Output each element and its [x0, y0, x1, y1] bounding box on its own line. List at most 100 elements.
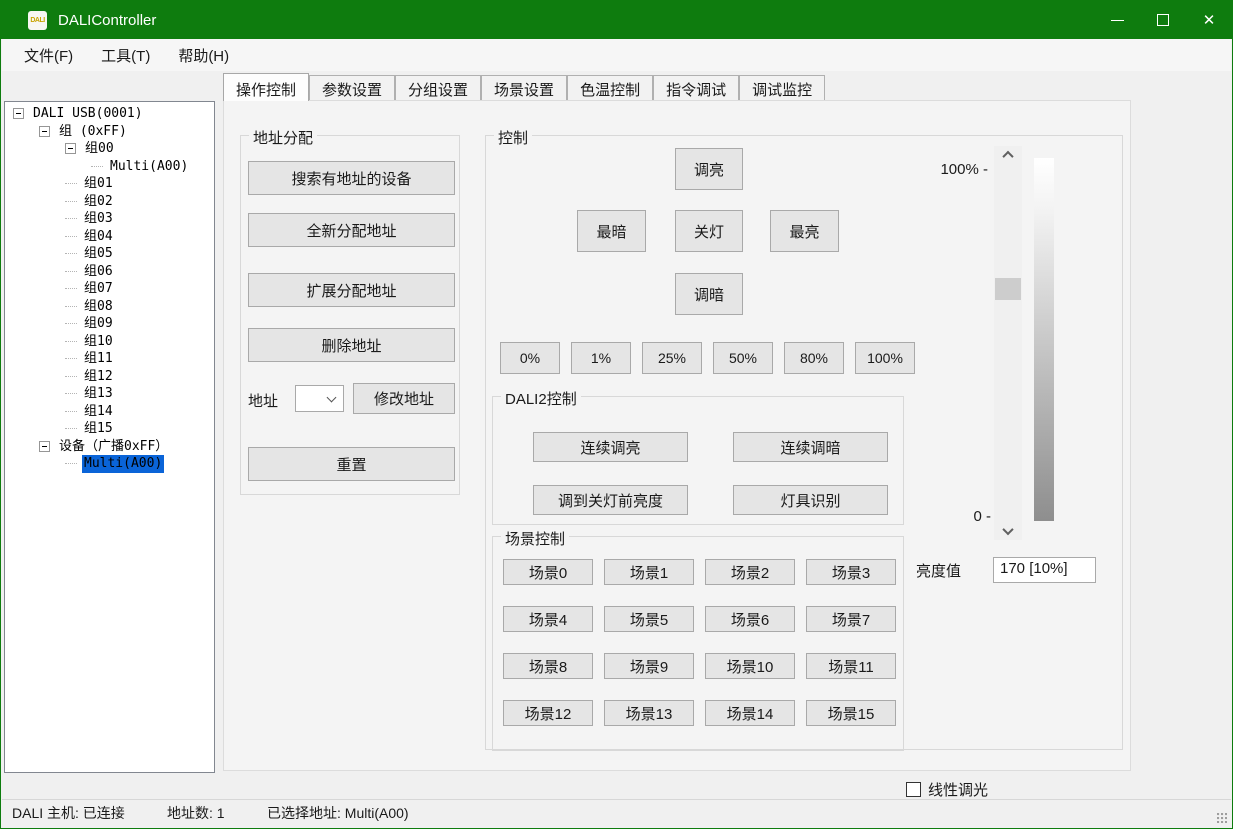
scene-button-13[interactable]: 场景13	[604, 700, 694, 726]
address-action-button-1[interactable]: 全新分配地址	[248, 213, 455, 247]
tab-2[interactable]: 分组设置	[395, 75, 481, 101]
menu-item-help[interactable]: 帮助(H)	[164, 40, 243, 71]
tree-expander-icon[interactable]	[13, 108, 24, 119]
dali2-button-1[interactable]: 连续调暗	[733, 432, 888, 462]
dali2-button-3[interactable]: 灯具识别	[733, 485, 888, 515]
tree-item[interactable]: 组08	[5, 298, 214, 316]
scene-button-2[interactable]: 场景2	[705, 559, 795, 585]
chevron-down-icon	[1002, 524, 1013, 535]
tab-1[interactable]: 参数设置	[309, 75, 395, 101]
tree-expander-icon[interactable]	[65, 143, 76, 154]
scrollbar-thumb[interactable]	[995, 278, 1021, 300]
scene-button-6[interactable]: 场景6	[705, 606, 795, 632]
tree-item[interactable]: 组07	[5, 280, 214, 298]
dim-down-button[interactable]: 调暗	[675, 273, 743, 315]
tab-0[interactable]: 操作控制	[223, 73, 309, 101]
address-combobox[interactable]	[295, 385, 344, 412]
address-action-button-2[interactable]: 扩展分配地址	[248, 273, 455, 307]
minimize-button[interactable]	[1094, 1, 1140, 39]
scene-button-11[interactable]: 场景11	[806, 653, 896, 679]
tree-item-label: 组13	[82, 385, 115, 403]
scene-button-5[interactable]: 场景5	[604, 606, 694, 632]
brightness-value-field[interactable]: 170 [10%]	[993, 557, 1096, 583]
scene-button-4[interactable]: 场景4	[503, 606, 593, 632]
title-bar: DALI DALIController ✕	[1, 1, 1232, 39]
tree-item[interactable]: 组01	[5, 175, 214, 193]
dali2-button-0[interactable]: 连续调亮	[533, 432, 688, 462]
scene-button-3[interactable]: 场景3	[806, 559, 896, 585]
tree-item[interactable]: 组14	[5, 403, 214, 421]
percent-button-25[interactable]: 25%	[642, 342, 702, 374]
scene-button-8[interactable]: 场景8	[503, 653, 593, 679]
tab-page-operation-control: 地址分配 搜索有地址的设备全新分配地址扩展分配地址删除地址 地址 修改地址 重置…	[223, 100, 1131, 771]
tree-item-label: DALI USB(0001)	[31, 105, 145, 123]
scene-button-9[interactable]: 场景9	[604, 653, 694, 679]
tree-expander-icon[interactable]	[39, 441, 50, 452]
tree-connector	[65, 306, 77, 307]
app-icon: DALI	[28, 11, 47, 30]
lamp-off-button[interactable]: 关灯	[675, 210, 743, 252]
tree-item[interactable]: 组05	[5, 245, 214, 263]
tree-item[interactable]: 组02	[5, 193, 214, 211]
tab-3[interactable]: 场景设置	[481, 75, 567, 101]
menu-item-file[interactable]: 文件(F)	[10, 40, 87, 71]
modify-address-button[interactable]: 修改地址	[353, 383, 455, 414]
max-brightness-button[interactable]: 最亮	[770, 210, 839, 252]
scene-button-1[interactable]: 场景1	[604, 559, 694, 585]
scene-button-14[interactable]: 场景14	[705, 700, 795, 726]
tree-item[interactable]: 组15	[5, 420, 214, 438]
scene-button-7[interactable]: 场景7	[806, 606, 896, 632]
tree-item[interactable]: 组10	[5, 333, 214, 351]
tree-connector	[65, 376, 77, 377]
scene-button-15[interactable]: 场景15	[806, 700, 896, 726]
address-action-button-0[interactable]: 搜索有地址的设备	[248, 161, 455, 195]
tree-item-label: 组05	[82, 245, 115, 263]
brightness-scrollbar[interactable]	[994, 146, 1022, 540]
tree-item[interactable]: 组00	[5, 140, 214, 158]
tree-expander-icon[interactable]	[39, 126, 50, 137]
percent-button-1[interactable]: 1%	[571, 342, 631, 374]
close-button[interactable]: ✕	[1186, 1, 1232, 39]
tree-item[interactable]: 组 (0xFF)	[5, 123, 214, 141]
percent-button-100[interactable]: 100%	[855, 342, 915, 374]
min-brightness-button[interactable]: 最暗	[577, 210, 646, 252]
scene-button-0[interactable]: 场景0	[503, 559, 593, 585]
maximize-button[interactable]	[1140, 1, 1186, 39]
tree-item[interactable]: 组11	[5, 350, 214, 368]
tree-item[interactable]: Multi(A00)	[5, 158, 214, 176]
tree-item[interactable]: 组12	[5, 368, 214, 386]
tree-item[interactable]: 组13	[5, 385, 214, 403]
menu-item-tools[interactable]: 工具(T)	[87, 40, 164, 71]
tree-item[interactable]: 组09	[5, 315, 214, 333]
tree-item[interactable]: 设备（广播0xFF）	[5, 438, 214, 456]
tab-5[interactable]: 指令调试	[653, 75, 739, 101]
slider-min-label: 0 -	[941, 508, 991, 525]
address-action-button-3[interactable]: 删除地址	[248, 328, 455, 362]
resize-grip-icon[interactable]	[1217, 813, 1227, 823]
tab-6[interactable]: 调试监控	[739, 75, 825, 101]
tree-item[interactable]: DALI USB(0001)	[5, 105, 214, 123]
scrollbar-down-button[interactable]	[994, 522, 1022, 540]
percent-button-80[interactable]: 80%	[784, 342, 844, 374]
tree-item[interactable]: 组03	[5, 210, 214, 228]
dim-up-button[interactable]: 调亮	[675, 148, 743, 190]
tree-item[interactable]: 组04	[5, 228, 214, 246]
percent-button-50[interactable]: 50%	[713, 342, 773, 374]
tab-4[interactable]: 色温控制	[567, 75, 653, 101]
dali2-button-2[interactable]: 调到关灯前亮度	[533, 485, 688, 515]
tree-item-label: 组08	[82, 298, 115, 316]
tree-item-label: 组15	[82, 420, 115, 438]
tree-connector	[91, 166, 103, 167]
scrollbar-up-button[interactable]	[994, 146, 1022, 164]
tree-item[interactable]: 组06	[5, 263, 214, 281]
linear-dimming-checkbox[interactable]	[906, 782, 921, 797]
scene-button-10[interactable]: 场景10	[705, 653, 795, 679]
tree-item[interactable]: Multi(A00)	[5, 455, 214, 473]
tree-item-label: 组06	[82, 263, 115, 281]
device-tree[interactable]: DALI USB(0001)组 (0xFF)组00Multi(A00)组01组0…	[4, 101, 215, 773]
percent-button-0[interactable]: 0%	[500, 342, 560, 374]
reset-button[interactable]: 重置	[248, 447, 455, 481]
linear-dimming-checkbox-row[interactable]: 线性调光	[906, 779, 988, 800]
scene-button-12[interactable]: 场景12	[503, 700, 593, 726]
dali2-control-group: DALI2控制 连续调亮连续调暗调到关灯前亮度灯具识别	[492, 396, 904, 525]
